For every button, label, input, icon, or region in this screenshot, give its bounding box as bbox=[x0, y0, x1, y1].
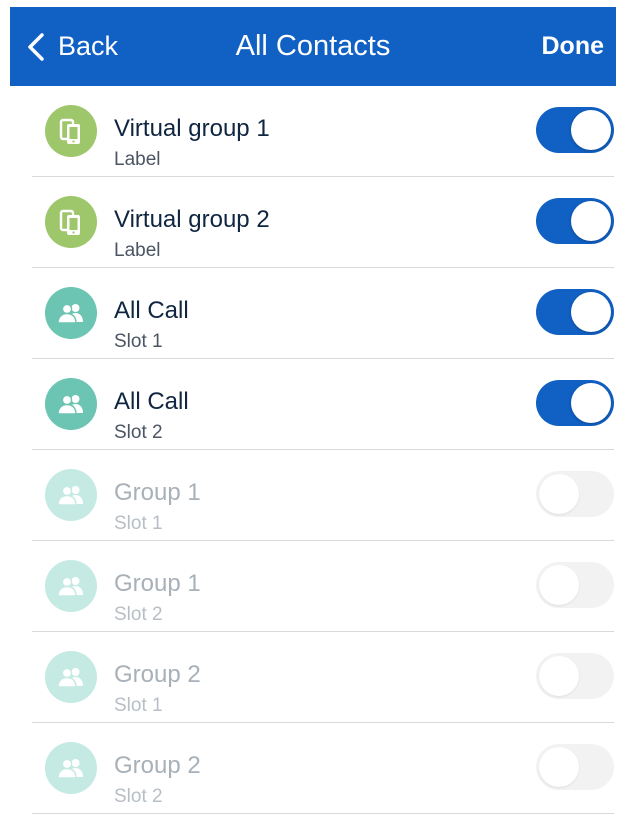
group-icon bbox=[45, 560, 97, 612]
toggle-knob bbox=[539, 565, 579, 605]
done-button[interactable]: Done bbox=[542, 7, 605, 86]
chevron-left-icon bbox=[28, 32, 44, 61]
list-item[interactable]: Group 1 Slot 1 bbox=[0, 450, 626, 541]
list-item[interactable]: All Call Slot 1 bbox=[0, 268, 626, 359]
back-label: Back bbox=[58, 31, 119, 61]
nav-bar: Back All Contacts Done bbox=[10, 7, 616, 86]
group-icon bbox=[45, 651, 97, 703]
list-item[interactable]: Group 1 Slot 2 bbox=[0, 541, 626, 632]
toggle-switch[interactable] bbox=[536, 289, 614, 335]
toggle-knob bbox=[539, 656, 579, 696]
group-icon bbox=[45, 742, 97, 794]
toggle-switch[interactable] bbox=[536, 562, 614, 608]
row-title: Virtual group 2 bbox=[114, 206, 270, 233]
row-subtitle: Slot 1 bbox=[114, 513, 163, 534]
list-item[interactable]: All Call Slot 2 bbox=[0, 359, 626, 450]
toggle-knob bbox=[539, 474, 579, 514]
toggle-knob bbox=[539, 747, 579, 787]
contacts-list: Virtual group 1 Label Virtual group 2 Label… bbox=[0, 86, 626, 814]
group-icon bbox=[45, 287, 97, 339]
row-title: Group 2 bbox=[114, 661, 201, 688]
list-item[interactable]: Virtual group 2 Label bbox=[0, 177, 626, 268]
list-item[interactable]: Group 2 Slot 1 bbox=[0, 632, 626, 723]
row-subtitle: Slot 2 bbox=[114, 422, 163, 443]
toggle-switch[interactable] bbox=[536, 471, 614, 517]
toggle-switch[interactable] bbox=[536, 653, 614, 699]
row-subtitle: Label bbox=[114, 149, 161, 170]
row-title: All Call bbox=[114, 297, 189, 324]
row-title: Virtual group 1 bbox=[114, 115, 270, 142]
toggle-knob bbox=[571, 383, 611, 423]
back-button[interactable]: Back bbox=[26, 7, 118, 86]
row-title: Group 2 bbox=[114, 752, 201, 779]
toggle-switch[interactable] bbox=[536, 744, 614, 790]
row-title: Group 1 bbox=[114, 479, 201, 506]
toggle-switch[interactable] bbox=[536, 198, 614, 244]
row-title: All Call bbox=[114, 388, 189, 415]
row-subtitle: Slot 2 bbox=[114, 604, 163, 625]
group-icon bbox=[45, 469, 97, 521]
toggle-switch[interactable] bbox=[536, 380, 614, 426]
row-subtitle: Slot 1 bbox=[114, 695, 163, 716]
phones-icon bbox=[45, 196, 97, 248]
toggle-knob bbox=[571, 292, 611, 332]
row-subtitle: Slot 2 bbox=[114, 786, 163, 807]
row-title: Group 1 bbox=[114, 570, 201, 597]
toggle-switch[interactable] bbox=[536, 107, 614, 153]
row-subtitle: Label bbox=[114, 240, 161, 261]
list-item[interactable]: Virtual group 1 Label bbox=[0, 86, 626, 177]
phones-icon bbox=[45, 105, 97, 157]
list-item[interactable]: Group 2 Slot 2 bbox=[0, 723, 626, 814]
group-icon bbox=[45, 378, 97, 430]
toggle-knob bbox=[571, 110, 611, 150]
row-subtitle: Slot 1 bbox=[114, 331, 163, 352]
toggle-knob bbox=[571, 201, 611, 241]
